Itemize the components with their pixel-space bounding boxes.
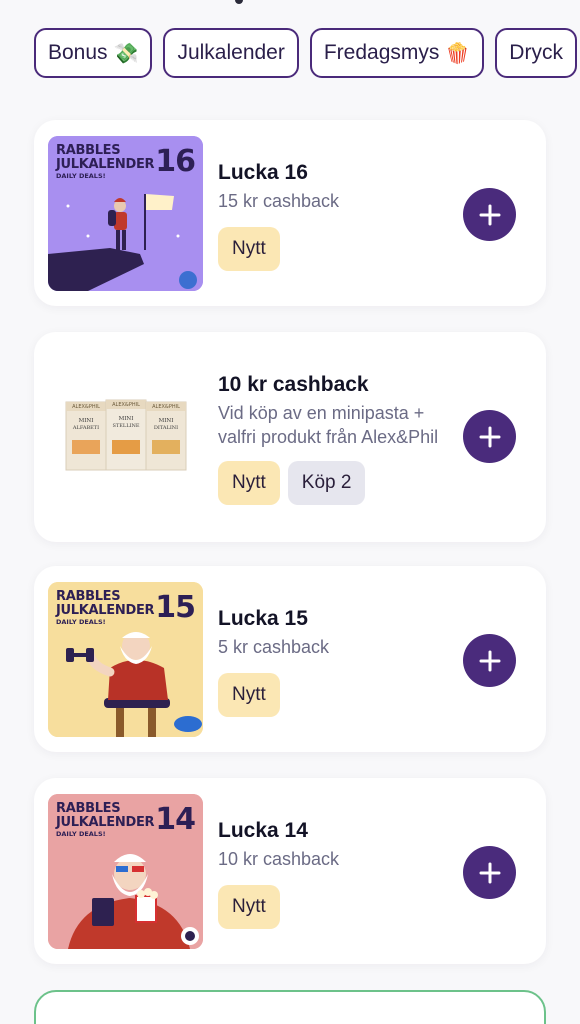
offer-image: RABBLES JULKALENDER DAILY DEALS! 14 [48,794,203,949]
offer-card[interactable]: RABBLES JULKALENDER DAILY DEALS! 16 Lucka … [34,120,546,306]
tag-buy-count: Köp 2 [287,461,366,505]
svg-text:MINI: MINI [119,416,134,422]
plus-icon [479,650,500,671]
svg-text:ALEX&PHIL: ALEX&PHIL [152,404,180,410]
chip-julkalender[interactable]: Julkalender [163,28,299,78]
offer-info: 10 kr cashback Vid köp av en minipasta +… [218,372,460,505]
svg-text:DITALINI: DITALINI [154,425,178,431]
calendar-brand: RABBLES JULKALENDER DAILY DEALS! [56,801,155,839]
plus-icon [479,862,500,883]
svg-text:ALEX&PHIL: ALEX&PHIL [112,402,140,408]
offer-title: Lucka 15 [218,607,308,630]
category-chips: Bonus 💸 Julkalender Fredagsmys 🍿 Dryck [34,28,580,78]
chip-label: Julkalender [177,41,285,64]
offer-title: Lucka 14 [218,819,308,842]
tag-new: Nytt [218,885,280,929]
calendar-brand: RABBLES JULKALENDER DAILY DEALS! [56,589,155,627]
offer-title: Lucka 16 [218,161,308,184]
money-wings-icon: 💸 [113,42,139,65]
offer-image: RABBLES JULKALENDER DAILY DEALS! 15 [48,582,203,737]
offer-image: RABBLES JULKALENDER DAILY DEALS! 16 [48,136,203,291]
calendar-number: 16 [155,144,196,179]
svg-text:ALFABETI: ALFABETI [72,425,99,431]
offer-tags: Nytt [218,885,460,929]
tag-new: Nytt [218,461,280,505]
calendar-number: 15 [155,590,196,625]
add-offer-button[interactable] [463,410,516,463]
calendar-number: 14 [155,802,196,837]
offer-card[interactable]: ALEX&PHIL ALEX&PHIL ALEX&PHIL MINI ALFAB… [34,332,546,542]
offer-info: Lucka 16 15 kr cashback Nytt [218,160,460,271]
offer-title: 10 kr cashback [218,373,369,396]
top-status-sliver [235,0,243,4]
offer-subtitle: 15 kr cashback [218,191,340,211]
offer-subtitle: 5 kr cashback [218,637,330,657]
add-offer-button[interactable] [463,634,516,687]
calendar-brand: RABBLES JULKALENDER DAILY DEALS! [56,143,155,181]
tag-new: Nytt [218,227,280,271]
chip-dryck[interactable]: Dryck [495,28,577,78]
tag-new: Nytt [218,673,280,717]
chip-label: Bonus [48,41,108,64]
popcorn-icon: 🍿 [445,42,471,65]
chip-fredagsmys[interactable]: Fredagsmys 🍿 [309,28,485,78]
plus-icon [479,204,500,225]
svg-text:MINI: MINI [159,418,174,424]
plus-icon [479,426,500,447]
offer-tags: Nytt [218,673,460,717]
svg-text:ALEX&PHIL: ALEX&PHIL [72,404,100,410]
chip-label: Fredagsmys [323,41,440,64]
offer-tags: Nytt Köp 2 [218,461,460,505]
offer-card[interactable]: RABBLES JULKALENDER DAILY DEALS! 14 Lucka … [34,778,546,964]
offer-subtitle: 10 kr cashback [218,849,340,869]
offer-info: Lucka 14 10 kr cashback Nytt [218,818,460,929]
offer-image: ALEX&PHIL ALEX&PHIL ALEX&PHIL MINI ALFAB… [48,360,203,515]
next-offer-card[interactable] [34,990,546,1024]
svg-text:MINI: MINI [79,418,94,424]
offer-card[interactable]: RABBLES JULKALENDER DAILY DEALS! 15 Lucka … [34,566,546,752]
svg-text:STELLINE: STELLINE [112,423,139,429]
add-offer-button[interactable] [463,188,516,241]
chip-label: Dryck [509,41,563,64]
offer-tags: Nytt [218,227,460,271]
offer-subtitle: Vid köp av en minipasta + valfri produkt… [218,403,439,447]
offer-info: Lucka 15 5 kr cashback Nytt [218,606,460,717]
chip-bonus[interactable]: Bonus 💸 [34,28,153,78]
add-offer-button[interactable] [463,846,516,899]
